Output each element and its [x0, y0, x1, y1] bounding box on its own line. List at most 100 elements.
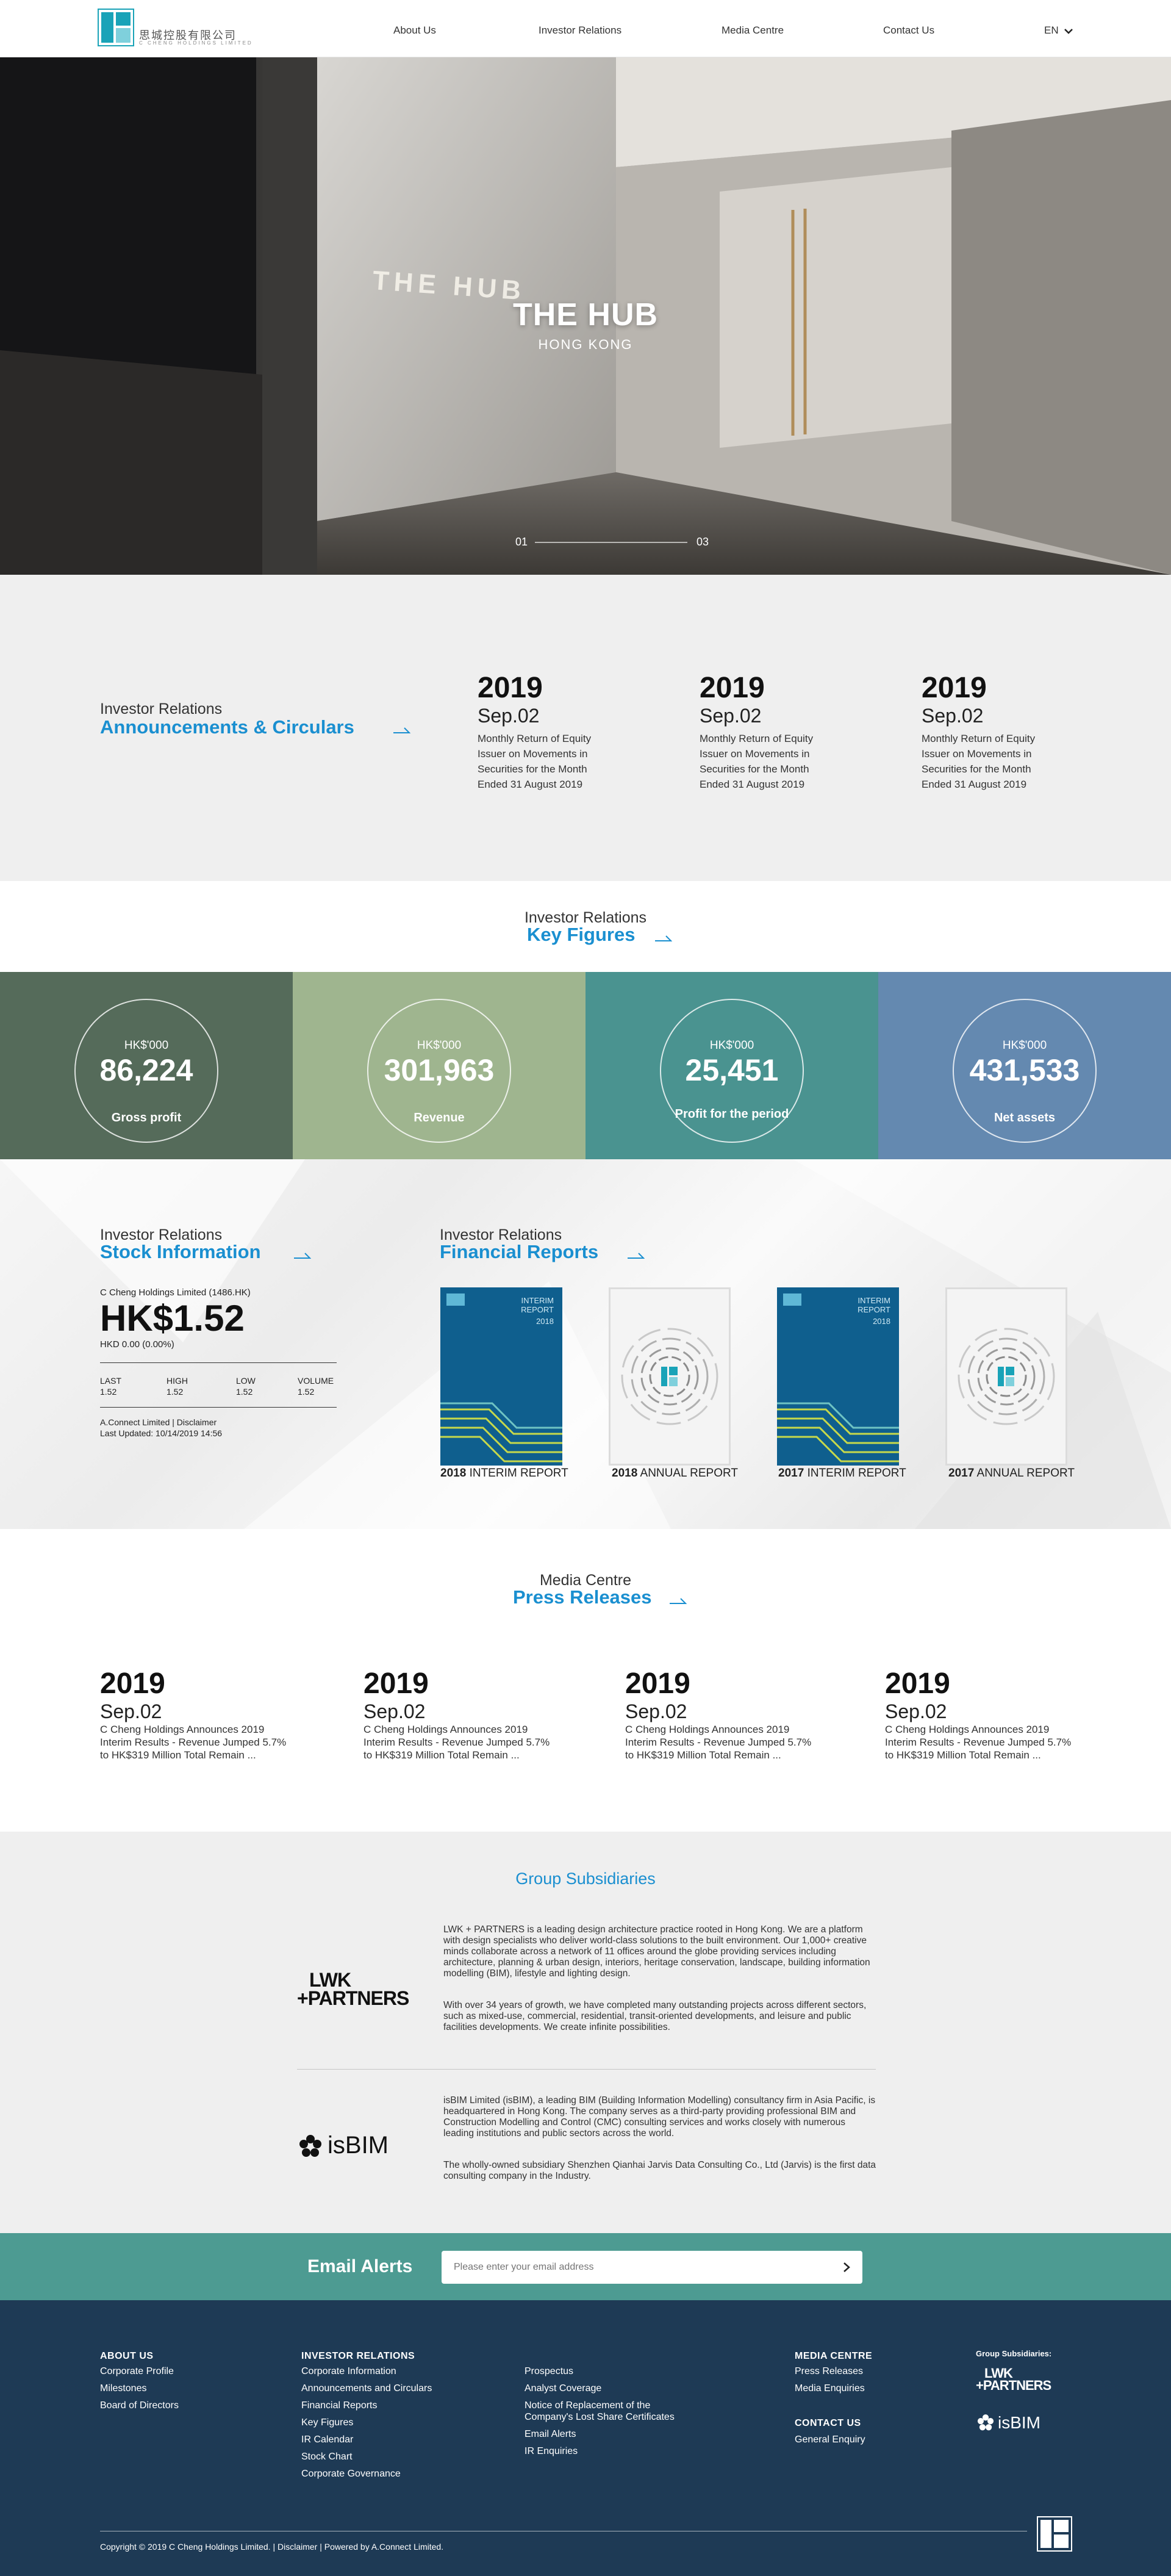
- press-item[interactable]: 2019 Sep.02 C Cheng Holdings Announces 2…: [625, 1667, 826, 1761]
- figure-label: Net assets: [994, 1111, 1056, 1124]
- separator: |: [320, 2542, 324, 2552]
- footer-link[interactable]: Corporate Information: [301, 2366, 396, 2377]
- reports-title[interactable]: Financial Reports: [440, 1241, 598, 1263]
- arrow-right-icon[interactable]: [626, 1248, 645, 1259]
- company-logo-icon[interactable]: [98, 9, 134, 46]
- report-caption[interactable]: 2018 INTERIM REPORT: [440, 1467, 599, 1480]
- announcement-text: Monthly Return of Equity Issuer on Movem…: [478, 733, 592, 790]
- footer-link[interactable]: General Enquiry: [795, 2434, 865, 2445]
- email-input[interactable]: [442, 2251, 862, 2284]
- nav-investor-relations[interactable]: Investor Relations: [539, 24, 621, 37]
- stock-title[interactable]: Stock Information: [100, 1241, 261, 1263]
- powered-by-text[interactable]: Powered by A.Connect Limited.: [324, 2542, 443, 2552]
- stock-source-link[interactable]: A.Connect Limited | Disclaimer: [100, 1417, 217, 1427]
- slide-progress[interactable]: [535, 542, 687, 543]
- lwk-description-1: LWK + PARTNERS is a leading design archi…: [443, 1924, 870, 1979]
- announcement-item[interactable]: 2019 Sep.02 Monthly Return of Equity Iss…: [922, 671, 1080, 792]
- footer-link[interactable]: Corporate Governance: [301, 2468, 401, 2480]
- footer-link[interactable]: Financial Reports: [301, 2400, 378, 2411]
- report-cover-2017-annual[interactable]: [944, 1286, 1069, 1467]
- press-item[interactable]: 2019 Sep.02 C Cheng Holdings Announces 2…: [363, 1667, 565, 1761]
- footer-link[interactable]: Board of Directors: [100, 2400, 179, 2411]
- stock-updated: Last Updated: 10/14/2019 14:56: [100, 1428, 223, 1438]
- stock-stat-last: LAST 1.52: [100, 1375, 121, 1397]
- figure-unit: HK$'000: [417, 1039, 462, 1052]
- stat-label: LOW: [236, 1376, 256, 1386]
- nav-media-centre[interactable]: Media Centre: [722, 24, 784, 37]
- announcements-title[interactable]: Announcements & Circulars: [100, 716, 354, 738]
- cover-year: 2018: [536, 1317, 554, 1326]
- footer-legal: Copyright © 2019 C Cheng Holdings Limite…: [100, 2542, 443, 2552]
- footer-link[interactable]: Media Enquiries: [795, 2383, 865, 2394]
- footer-link[interactable]: Stock Chart: [301, 2451, 353, 2463]
- key-figures-title[interactable]: Key Figures: [527, 924, 635, 946]
- isbim-description-2: The wholly-owned subsidiary Shenzhen Qia…: [443, 2160, 876, 2181]
- arrow-right-icon[interactable]: [654, 931, 672, 942]
- footer-link[interactable]: Prospectus: [525, 2366, 573, 2377]
- announcement-item[interactable]: 2019 Sep.02 Monthly Return of Equity Iss…: [700, 671, 858, 792]
- arrow-right-icon[interactable]: [668, 1594, 687, 1605]
- arrow-right-icon[interactable]: [293, 1248, 311, 1259]
- report-cover-2018-interim[interactable]: INTERIM REPORT 2018: [440, 1287, 562, 1466]
- press-title[interactable]: Press Releases: [513, 1586, 652, 1608]
- press-text: C Cheng Holdings Announces 2019 Interim …: [363, 1724, 550, 1761]
- report-caption[interactable]: 2017 INTERIM REPORT: [778, 1467, 937, 1480]
- footer-lwk-logo[interactable]: LWK +PARTNERS: [976, 2367, 1051, 2392]
- footer-logo-icon[interactable]: [1037, 2516, 1072, 2552]
- site-footer: ABOUT US Corporate Profile Milestones Bo…: [0, 2300, 1171, 2576]
- stat-value: 1.52: [236, 1387, 253, 1397]
- footer-link[interactable]: Notice of Replacement of the Company's L…: [525, 2400, 701, 2423]
- announcement-item[interactable]: 2019 Sep.02 Monthly Return of Equity Iss…: [478, 671, 636, 792]
- announcements-label: Investor Relations: [100, 700, 223, 718]
- lwk-logo[interactable]: LWK +PARTNERS: [297, 1969, 409, 2009]
- footer-link[interactable]: Announcements and Circulars: [301, 2383, 432, 2394]
- footer-link[interactable]: Email Alerts: [525, 2428, 576, 2440]
- footer-link[interactable]: Milestones: [100, 2383, 146, 2394]
- stock-change: HKD 0.00 (0.00%): [100, 1339, 174, 1350]
- arrow-right-icon[interactable]: [392, 723, 410, 734]
- stock-stat-low: LOW 1.52: [236, 1375, 256, 1397]
- cover-title: INTERIM REPORT: [858, 1296, 890, 1314]
- press-year: 2019: [363, 1668, 429, 1700]
- stat-label: VOLUME: [298, 1376, 334, 1386]
- footer-link[interactable]: Corporate Profile: [100, 2366, 174, 2377]
- isbim-flower-icon: [299, 2135, 321, 2157]
- footer-link[interactable]: IR Enquiries: [525, 2445, 578, 2457]
- report-cover-2017-interim[interactable]: INTERIM REPORT 2018: [777, 1287, 899, 1466]
- slide-total: 03: [697, 536, 709, 548]
- isbim-logo[interactable]: isBIM: [297, 2132, 407, 2164]
- divider: [297, 2069, 876, 2070]
- isbim-flower-icon: [977, 2414, 994, 2431]
- footer-link[interactable]: IR Calendar: [301, 2434, 353, 2445]
- press-year: 2019: [625, 1668, 690, 1700]
- language-label: EN: [1044, 24, 1059, 36]
- nav-about-us[interactable]: About Us: [393, 24, 436, 37]
- key-figures-header: Investor Relations Key Figures: [0, 881, 1171, 972]
- report-caption[interactable]: 2017 ANNUAL REPORT: [948, 1467, 1107, 1480]
- submit-arrow-icon[interactable]: [842, 2262, 851, 2273]
- press-item[interactable]: 2019 Sep.02 C Cheng Holdings Announces 2…: [885, 1667, 1086, 1761]
- figure-label: Profit for the period: [675, 1107, 789, 1121]
- report-cover-2018-annual[interactable]: [607, 1286, 732, 1467]
- report-caption[interactable]: 2018 ANNUAL REPORT: [612, 1467, 770, 1480]
- figure-value: 431,533: [969, 1053, 1080, 1087]
- hero-title: THE HUB: [512, 297, 659, 333]
- stock-stat-volume: VOLUME 1.52: [298, 1375, 334, 1397]
- announcement-year: 2019: [478, 672, 543, 704]
- lwk-logo-line1: LWK: [309, 1969, 351, 1991]
- press-date: Sep.02: [363, 1700, 426, 1722]
- footer-link[interactable]: Analyst Coverage: [525, 2383, 601, 2394]
- disclaimer-link[interactable]: Disclaimer: [278, 2542, 317, 2552]
- language-selector[interactable]: EN: [1044, 24, 1073, 37]
- nav-contact-us[interactable]: Contact Us: [883, 24, 934, 37]
- footer-isbim-logo[interactable]: isBIM: [976, 2413, 1067, 2434]
- press-date: Sep.02: [625, 1700, 687, 1722]
- subsidiaries-title: Group Subsidiaries: [515, 1869, 656, 1888]
- annual-report-cover: [944, 1286, 1069, 1467]
- footer-link[interactable]: Key Figures: [301, 2417, 353, 2428]
- lwk-logo-line2: +PARTNERS: [297, 1987, 409, 2009]
- announcement-text: Monthly Return of Equity Issuer on Movem…: [922, 733, 1036, 790]
- footer-link[interactable]: Press Releases: [795, 2366, 863, 2377]
- press-item[interactable]: 2019 Sep.02 C Cheng Holdings Announces 2…: [100, 1667, 301, 1761]
- report-year: 2018: [612, 1467, 638, 1480]
